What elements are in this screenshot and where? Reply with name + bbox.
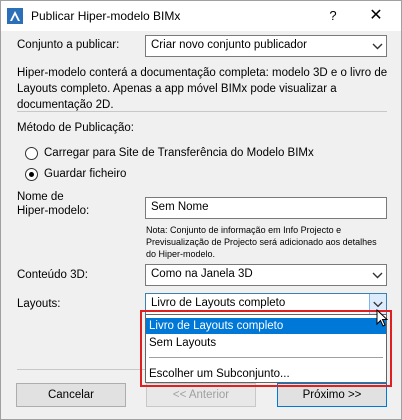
separator [17, 111, 387, 112]
chevron-down-icon [372, 43, 383, 50]
layouts-value: Livro de Layouts completo [151, 297, 286, 309]
chevron-down-icon [372, 272, 383, 279]
description-text: Hiper-modelo conterá a documentação comp… [17, 67, 388, 111]
name-label-line2: Hiper-modelo: [17, 205, 90, 217]
publish-dialog: Publicar Hiper-modelo BIMx ? ✕ Conjunto … [0, 0, 402, 420]
radio-upload[interactable] [25, 147, 38, 160]
layouts-option-full-book[interactable]: Livro de Layouts completo [146, 318, 386, 334]
set-combo[interactable]: Criar novo conjunto publicador [145, 35, 387, 57]
mouse-cursor-icon [376, 309, 389, 327]
method-label: Método de Publicação: [17, 122, 134, 134]
set-label: Conjunto a publicar: [17, 39, 120, 51]
radio-save-file-label[interactable]: Guardar ficheiro [44, 168, 126, 180]
content3d-value: Como na Janela 3D [151, 268, 253, 280]
layouts-label: Layouts: [17, 298, 61, 310]
archicad-app-icon [7, 8, 23, 24]
close-button[interactable]: ✕ [365, 5, 387, 27]
name-label-line1: Nome de [17, 191, 64, 203]
content3d-combo[interactable]: Como na Janela 3D [145, 264, 387, 286]
set-value: Criar novo conjunto publicador [151, 39, 307, 51]
name-input[interactable]: Sem Nome [145, 197, 387, 219]
cancel-button[interactable]: Cancelar [16, 383, 126, 407]
layouts-option-none[interactable]: Sem Layouts [146, 335, 386, 351]
title-bar: Publicar Hiper-modelo BIMx ? ✕ [1, 1, 401, 31]
radio-save-file[interactable] [25, 168, 38, 181]
name-note: Nota: Conjunto de informação em Info Pro… [146, 225, 377, 259]
layouts-dropdown-list: Livro de Layouts completo Sem Layouts Es… [145, 314, 387, 383]
help-button[interactable]: ? [323, 6, 343, 26]
name-value: Sem Nome [151, 201, 209, 213]
radio-upload-label[interactable]: Carregar para Site de Transferência do M… [44, 147, 314, 159]
content3d-label: Conteúdo 3D: [17, 269, 88, 281]
window-title: Publicar Hiper-modelo BIMx [31, 9, 181, 23]
dropdown-separator [149, 357, 383, 358]
layouts-option-subset[interactable]: Escolher um Subconjunto... [146, 366, 386, 382]
